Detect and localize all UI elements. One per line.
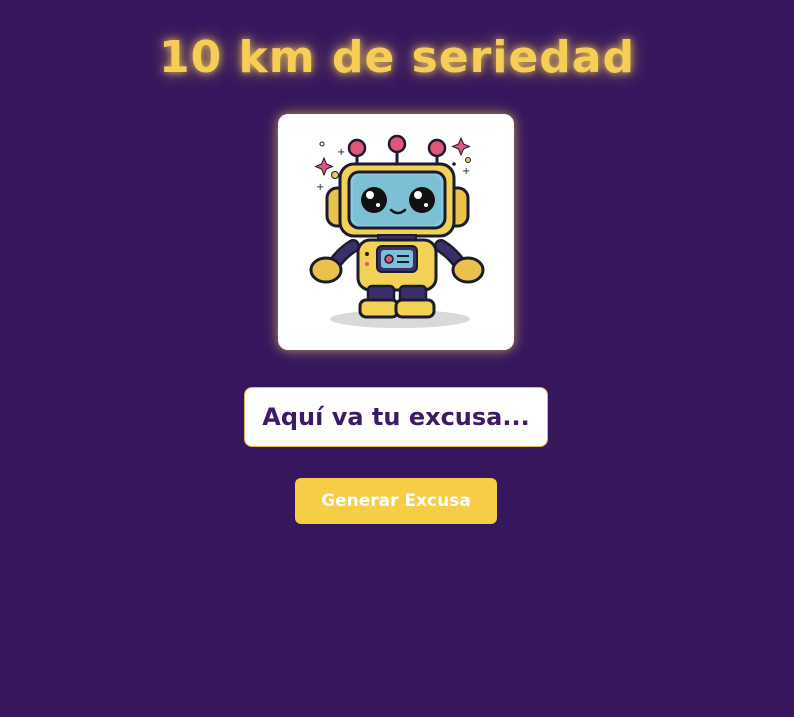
svg-text:+: + <box>462 166 470 177</box>
svg-text:+: + <box>337 147 345 158</box>
generate-excuse-button[interactable]: Generar Excusa <box>295 478 497 524</box>
robot-image-card: + + + <box>278 114 514 350</box>
svg-text:+: + <box>316 182 324 193</box>
page: 10 km de seriedad + + + Aquí va tu excus… <box>0 0 794 717</box>
page-title: 10 km de seriedad <box>159 32 635 83</box>
excuse-display: Aquí va tu excusa... <box>244 387 548 447</box>
robot-icon: + + + <box>309 134 485 328</box>
